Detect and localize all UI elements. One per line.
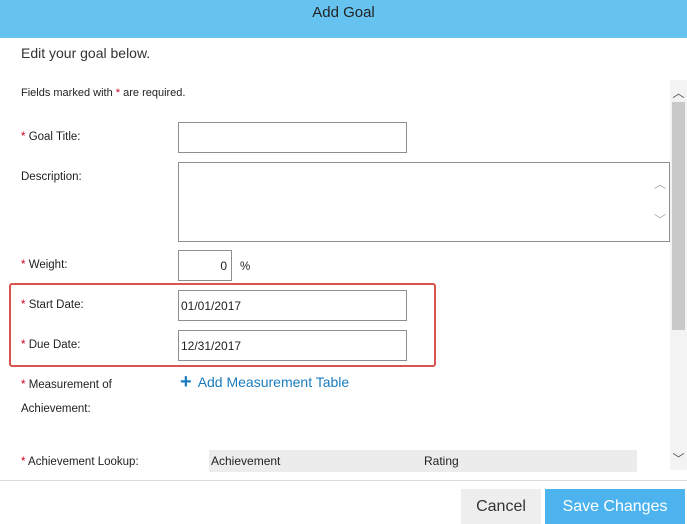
required-star: *: [115, 87, 121, 99]
plus-icon: +: [180, 371, 192, 393]
chevron-down-icon[interactable]: ﹀: [670, 450, 687, 466]
chevron-down-icon[interactable]: ﹀: [652, 211, 668, 227]
add-measurement-table-link[interactable]: + Add Measurement Table: [180, 371, 350, 393]
due-date-input[interactable]: [178, 330, 407, 361]
required-note: Fields marked with * are required.: [21, 87, 185, 99]
weight-input[interactable]: [178, 250, 232, 281]
measurement-label-line2: Achievement:: [21, 403, 91, 415]
goal-title-input[interactable]: [178, 122, 407, 153]
weight-unit: %: [240, 261, 251, 273]
column-header-rating: Rating: [424, 454, 459, 468]
add-measurement-label: Add Measurement Table: [197, 374, 350, 390]
required-star: *: [21, 131, 26, 143]
required-star: *: [21, 456, 26, 468]
achievement-lookup-label: * Achievement Lookup:: [21, 456, 139, 468]
required-star: *: [21, 259, 26, 271]
chevron-up-icon[interactable]: ︿: [652, 175, 668, 191]
save-changes-button[interactable]: Save Changes: [545, 489, 685, 524]
description-label: Description:: [21, 171, 82, 183]
start-date-input[interactable]: [178, 290, 407, 321]
description-textarea[interactable]: [178, 162, 670, 242]
required-star: *: [21, 299, 26, 311]
scrollbar-thumb[interactable]: [672, 102, 685, 330]
dialog-header: Add Goal: [0, 0, 687, 38]
measurement-label: * Measurement of: [21, 379, 112, 391]
footer-divider: [0, 480, 687, 481]
dialog-title: Add Goal: [312, 4, 375, 21]
cancel-button[interactable]: Cancel: [461, 489, 541, 524]
textarea-scroll-arrows: ︿ ﹀: [652, 175, 668, 235]
achievement-lookup-table-header: Achievement Rating: [209, 450, 637, 472]
due-date-label: * Due Date:: [21, 339, 81, 351]
required-note-prefix: Fields marked with: [21, 87, 113, 99]
weight-label: * Weight:: [21, 259, 68, 271]
start-date-label: * Start Date:: [21, 299, 84, 311]
required-star: *: [21, 379, 26, 391]
required-note-suffix: are required.: [123, 87, 186, 99]
intro-text: Edit your goal below.: [21, 45, 151, 61]
dialog-scrollbar[interactable]: ︿ ﹀: [670, 80, 687, 470]
column-header-achievement: Achievement: [211, 454, 281, 468]
required-star: *: [21, 339, 26, 351]
chevron-up-icon[interactable]: ︿: [670, 84, 687, 100]
goal-title-label: * Goal Title:: [21, 131, 81, 143]
